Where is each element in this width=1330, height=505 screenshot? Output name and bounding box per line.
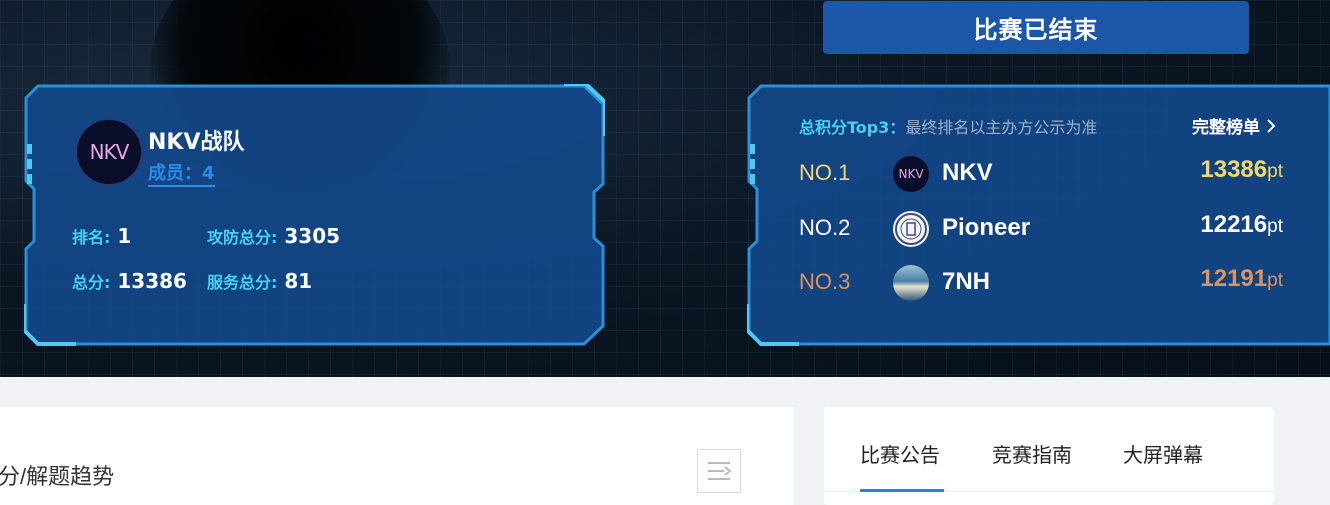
rank-score: 12191pt [1200, 265, 1283, 293]
rank-label: 排名: [72, 228, 111, 247]
7nh-logo-icon [893, 265, 929, 301]
info-tabs-card: 比赛公告 竞赛指南 大屏弹幕 [824, 407, 1274, 505]
contest-status-banner: 比赛已结束 [823, 1, 1249, 54]
rank-stat: 排名: 1 [72, 224, 131, 248]
tab-danmaku[interactable]: 大屏弹幕 [1123, 439, 1203, 468]
team-logo-text: NKV [89, 140, 130, 164]
team-logo: NKV [76, 119, 142, 185]
rank-score-value: 12216 [1200, 211, 1268, 238]
service-stat: 服务总分: 81 [207, 269, 312, 293]
rank-row[interactable]: NO.3 7NH 12191pt [799, 263, 1283, 303]
service-value: 81 [284, 269, 313, 293]
attack-value: 3305 [284, 224, 341, 248]
rank-score: 13386pt [1200, 156, 1283, 184]
rank-team-name: NKV [942, 159, 993, 186]
rank-value: 1 [117, 224, 132, 248]
trend-card: 分/解题趋势 [0, 407, 794, 505]
rank-number: NO.1 [799, 160, 851, 185]
chevron-right-icon [1267, 119, 1276, 133]
team-info-panel: NKV NKV战队 成员：4 排名: 1 攻防总分: 3305 总分: 1338… [24, 84, 605, 346]
nkv-logo-icon: NKV [893, 156, 929, 192]
rank-number: NO.3 [799, 269, 851, 294]
attack-label: 攻防总分: [207, 228, 278, 247]
top3-title-note: 最终排名以主办方公示为准 [905, 118, 1098, 137]
tab-guide[interactable]: 竞赛指南 [992, 439, 1072, 468]
rank-score: 12216pt [1200, 211, 1283, 239]
total-label: 总分: [72, 273, 111, 292]
attack-stat: 攻防总分: 3305 [207, 224, 340, 248]
rank-row[interactable]: NO.2 Pioneer 12216pt [799, 209, 1283, 249]
service-label: 服务总分: [207, 273, 278, 292]
team-name: NKV战队 [148, 130, 245, 155]
pioneer-logo-seal [895, 213, 927, 245]
top3-title-highlight: 总积分Top3： [799, 118, 906, 137]
active-tab-indicator [860, 489, 944, 492]
menu-toggle-button[interactable] [697, 449, 741, 493]
tab-announcements[interactable]: 比赛公告 [860, 439, 940, 468]
total-value: 13386 [117, 269, 187, 293]
full-leaderboard-label: 完整榜单 [1192, 118, 1260, 138]
rank-score-value: 12191 [1200, 265, 1268, 292]
menu-expand-icon [708, 462, 732, 480]
total-stat: 总分: 13386 [72, 269, 187, 293]
rank-row[interactable]: NO.1 NKV NKV 13386pt [799, 154, 1283, 194]
rank-team-name: Pioneer [942, 214, 1031, 241]
rank-score-unit: pt [1267, 161, 1283, 182]
rank-number: NO.2 [799, 215, 851, 240]
trend-title: 分/解题趋势 [0, 464, 115, 489]
nkv-logo-text: NKV [898, 167, 924, 181]
top3-panel: 总积分Top3：最终排名以主办方公示为准 完整榜单 NO.1 NKV NKV 1… [747, 84, 1330, 346]
rank-team-name: 7NH [942, 268, 991, 295]
pioneer-logo-icon [893, 211, 929, 247]
full-leaderboard-link[interactable]: 完整榜单 [1192, 113, 1276, 138]
rank-score-unit: pt [1267, 270, 1283, 291]
top3-title: 总积分Top3：最终排名以主办方公示为准 [799, 114, 1097, 138]
team-members-link[interactable]: 成员：4 [148, 163, 215, 187]
rank-score-value: 13386 [1200, 156, 1268, 183]
rank-score-unit: pt [1267, 216, 1283, 237]
